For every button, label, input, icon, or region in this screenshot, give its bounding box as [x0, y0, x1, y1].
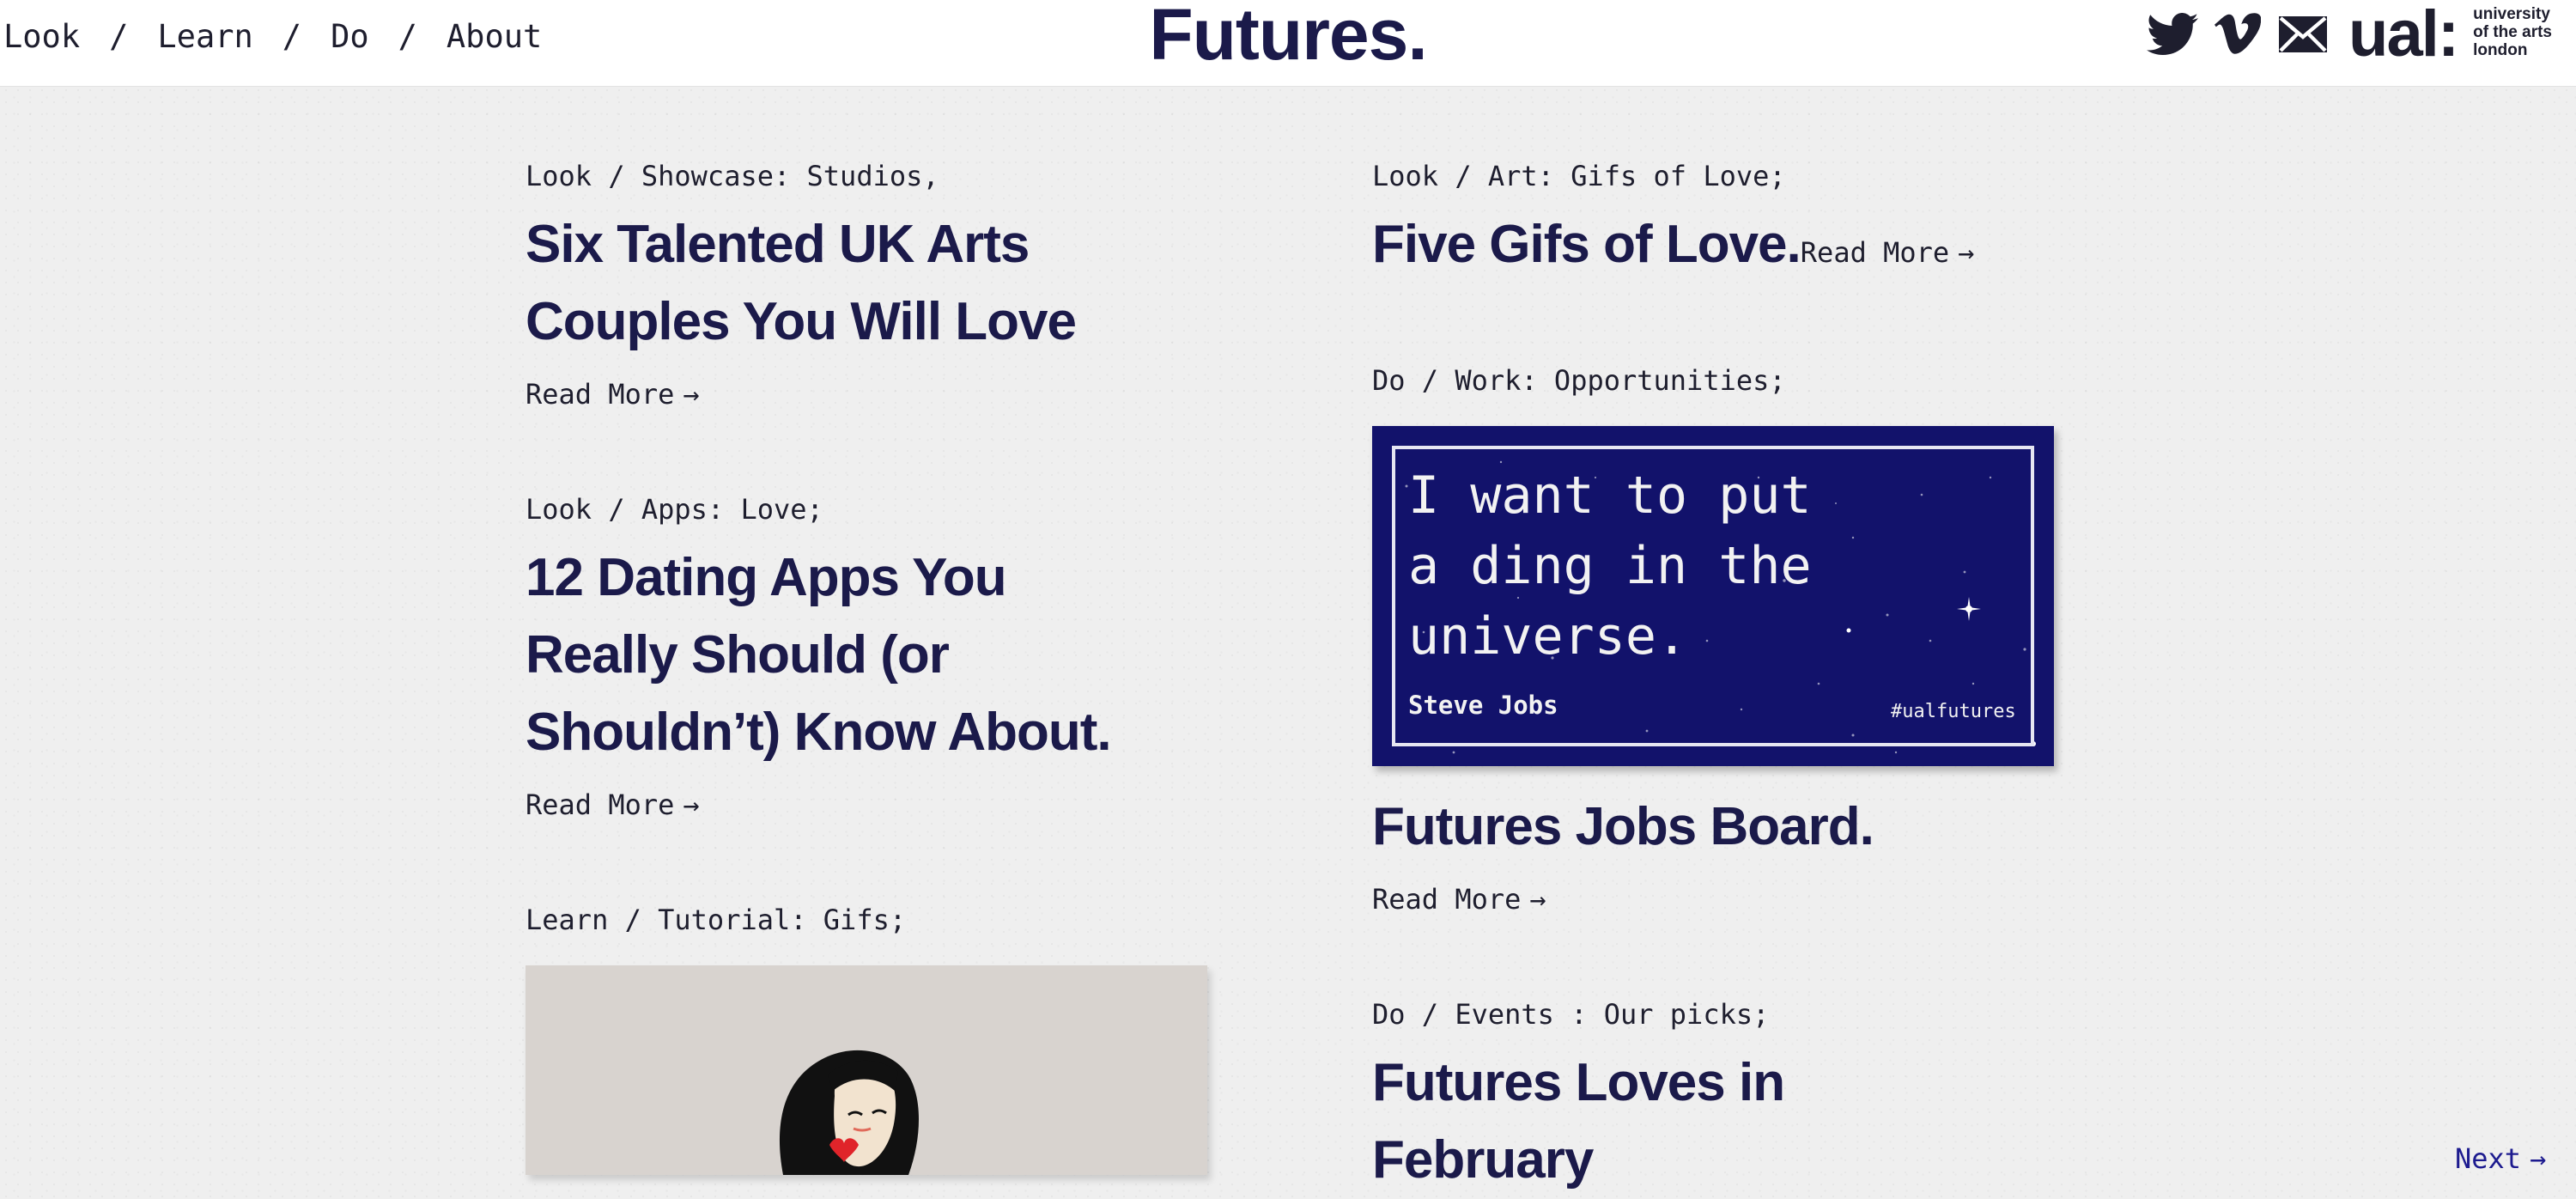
ual-wordmark: university of the arts london: [2473, 5, 2552, 59]
nav-separator: /: [282, 17, 302, 55]
read-more-label: Read More: [1372, 883, 1522, 916]
read-more-link[interactable]: Read More →: [1372, 883, 1546, 916]
ual-line: of the arts: [2473, 22, 2552, 41]
ual-mark: ual:: [2348, 0, 2459, 70]
title-line: Shouldn’t) Know About.: [526, 703, 1112, 762]
title-line: Couples You Will Love: [526, 292, 1077, 351]
title-line: February: [1372, 1130, 1594, 1190]
read-more-label: Read More: [1800, 236, 1950, 269]
article-category[interactable]: Do / Work: Opportunities;: [1372, 364, 1786, 397]
ual-line: london: [2473, 40, 2528, 59]
vimeo-icon[interactable]: [2211, 8, 2264, 61]
illustration-drawing: [779, 1050, 919, 1175]
arrow-right-icon: →: [683, 378, 700, 411]
quote-line: a ding in the: [1408, 536, 1812, 596]
mail-icon[interactable]: [2276, 8, 2330, 61]
quote-line: universe.: [1408, 606, 1688, 666]
nav-item-look[interactable]: Look: [3, 18, 80, 55]
nav-separator: /: [109, 17, 129, 55]
quote-hashtag: #ualfutures: [1891, 701, 2016, 722]
article-title[interactable]: Futures Jobs Board.: [1372, 788, 1874, 866]
article-image[interactable]: [526, 965, 1207, 1175]
article-category[interactable]: Look / Art: Gifs of Love;: [1372, 160, 1786, 192]
arrow-right-icon: →: [683, 788, 700, 821]
next-page-link[interactable]: Next →: [2455, 1142, 2546, 1175]
header-links: ual: university of the arts london: [2146, 0, 2552, 69]
read-more-link[interactable]: Read More →: [1801, 236, 1975, 269]
article-heading-row: Five Gifs of Love. Read More →: [1372, 206, 1974, 283]
arrow-right-icon: →: [1958, 236, 1975, 269]
main-nav: Look / Learn / Do / About: [3, 17, 542, 55]
quote-author: Steve Jobs: [1408, 691, 1558, 720]
nav-item-about[interactable]: About: [447, 18, 542, 55]
article-category[interactable]: Look / Apps: Love;: [526, 493, 823, 526]
title-line: Really Should (or: [526, 625, 950, 685]
site-header: Look / Learn / Do / About Futures. ual:: [0, 0, 2576, 87]
article-title[interactable]: Six Talented UK Arts Couples You Will Lo…: [526, 206, 1144, 361]
read-more-link[interactable]: Read More →: [526, 788, 700, 821]
article-title[interactable]: Five Gifs of Love.: [1372, 206, 1801, 283]
arrow-right-icon: →: [2530, 1142, 2547, 1175]
title-line: 12 Dating Apps You: [526, 548, 1007, 607]
article-category[interactable]: Do / Events : Our picks;: [1372, 998, 1769, 1031]
quote-line: I want to put: [1408, 466, 1812, 526]
ual-line: university: [2473, 4, 2550, 23]
read-more-label: Read More: [526, 788, 675, 821]
article-category[interactable]: Learn / Tutorial: Gifs;: [526, 904, 906, 936]
nav-item-learn[interactable]: Learn: [157, 18, 252, 55]
title-line: Futures Loves in: [1372, 1053, 1785, 1112]
title-line: Six Talented UK Arts: [526, 215, 1030, 274]
ual-logo[interactable]: ual: university of the arts london: [2348, 0, 2552, 70]
read-more-link[interactable]: Read More →: [526, 378, 700, 411]
nav-item-do[interactable]: Do: [331, 18, 369, 55]
read-more-label: Read More: [526, 378, 675, 411]
quote-text: I want to put a ding in the universe.: [1408, 460, 1889, 672]
twitter-icon[interactable]: [2146, 8, 2199, 61]
arrow-right-icon: →: [1529, 883, 1546, 916]
nav-separator: /: [398, 17, 417, 55]
quote-card-image[interactable]: I want to put a ding in the universe. St…: [1372, 426, 2054, 766]
next-label: Next: [2455, 1142, 2522, 1175]
article-title[interactable]: Futures Loves in February: [1372, 1044, 1973, 1199]
article-title[interactable]: 12 Dating Apps You Really Should (or Sho…: [526, 539, 1178, 771]
article-category[interactable]: Look / Showcase: Studios,: [526, 160, 939, 192]
